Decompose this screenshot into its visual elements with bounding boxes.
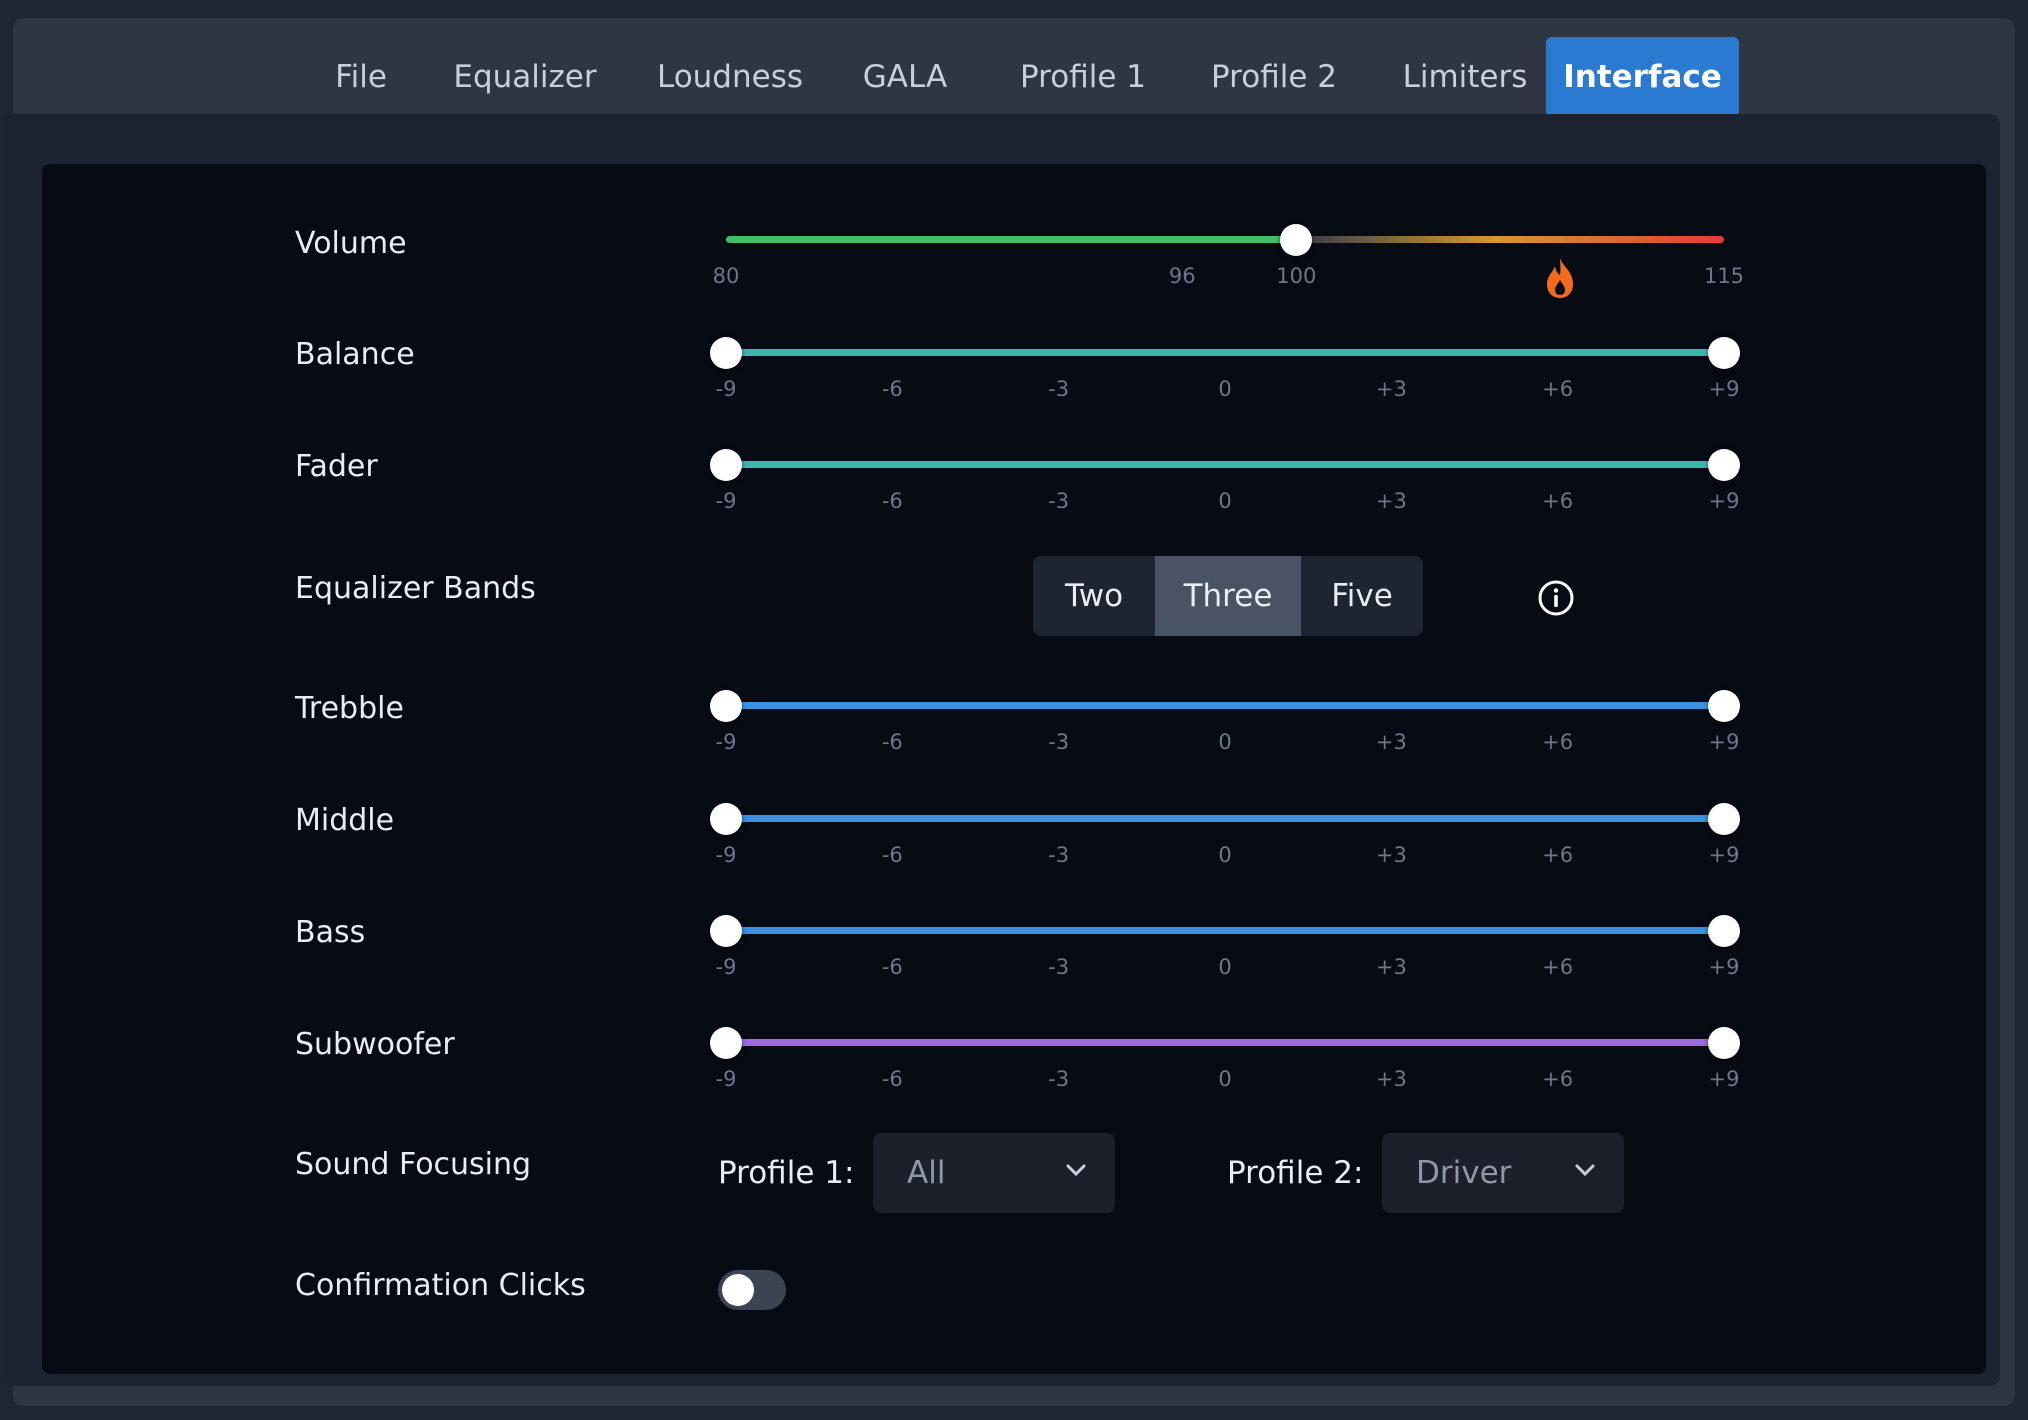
tab-limiters[interactable]: Limiters	[1383, 37, 1547, 117]
subwoofer-min-handle[interactable]	[710, 1027, 742, 1059]
profile-1-label: Profile 1:	[718, 1155, 855, 1191]
volume-slider-track[interactable]	[726, 236, 1724, 243]
tab-profile-2[interactable]: Profile 2	[1191, 37, 1357, 117]
sound-focusing-label: Sound Focusing	[295, 1147, 532, 1182]
fader-slider-track[interactable]	[726, 461, 1724, 468]
fader-label: Fader	[295, 449, 378, 484]
bass-tick-label: -3	[1048, 955, 1070, 979]
balance-tick-label: +3	[1375, 377, 1407, 401]
balance-max-handle[interactable]	[1708, 337, 1740, 369]
equalizer-bands-selector: Two Three Five	[1033, 556, 1423, 636]
bass-max-handle[interactable]	[1708, 915, 1740, 947]
middle-tick-label: -6	[881, 843, 903, 867]
confirmation-clicks-toggle[interactable]	[718, 1270, 786, 1310]
middle-tick-label: +6	[1542, 843, 1574, 867]
subwoofer-tick-label: -6	[881, 1067, 903, 1091]
subwoofer-label: Subwoofer	[295, 1027, 455, 1062]
fader-tick-label: +6	[1542, 489, 1574, 513]
middle-slider-track[interactable]	[726, 815, 1724, 822]
fader-tick-label: +3	[1375, 489, 1407, 513]
middle-tick-label: -9	[715, 843, 737, 867]
trebble-tick-label: 0	[1218, 730, 1232, 754]
volume-tick-label: 96	[1168, 264, 1196, 288]
subwoofer-tick-label: +3	[1375, 1067, 1407, 1091]
bass-label: Bass	[295, 915, 366, 950]
middle-label: Middle	[295, 803, 395, 838]
subwoofer-tick-label: -3	[1048, 1067, 1070, 1091]
balance-tick-label: +9	[1708, 377, 1740, 401]
fader-min-handle[interactable]	[710, 449, 742, 481]
profile-1-select[interactable]: All	[873, 1133, 1115, 1213]
middle-tick-label: +3	[1375, 843, 1407, 867]
bass-tick-label: +9	[1708, 955, 1740, 979]
chevron-down-icon	[1066, 1164, 1086, 1177]
trebble-label: Trebble	[295, 691, 404, 726]
subwoofer-tick-label: -9	[715, 1067, 737, 1091]
trebble-tick-label: -3	[1048, 730, 1070, 754]
bass-slider-track[interactable]	[726, 927, 1724, 934]
band-option-three[interactable]: Three	[1155, 556, 1301, 636]
middle-max-handle[interactable]	[1708, 803, 1740, 835]
trebble-tick-label: +9	[1708, 730, 1740, 754]
bass-tick-label: -9	[715, 955, 737, 979]
info-icon[interactable]	[1538, 580, 1574, 616]
chevron-down-icon	[1575, 1164, 1595, 1177]
balance-label: Balance	[295, 337, 415, 372]
balance-tick-label: -3	[1048, 377, 1070, 401]
fader-tick-label: +9	[1708, 489, 1740, 513]
subwoofer-tick-label: +9	[1708, 1067, 1740, 1091]
balance-slider-track[interactable]	[726, 349, 1724, 356]
subwoofer-max-handle[interactable]	[1708, 1027, 1740, 1059]
bass-tick-label: +3	[1375, 955, 1407, 979]
balance-min-handle[interactable]	[710, 337, 742, 369]
tab-equalizer[interactable]: Equalizer	[437, 37, 613, 117]
profile-2-label: Profile 2:	[1227, 1155, 1364, 1191]
bass-tick-label: 0	[1218, 955, 1232, 979]
equalizer-bands-label: Equalizer Bands	[295, 571, 536, 606]
trebble-tick-label: +3	[1375, 730, 1407, 754]
fader-max-handle[interactable]	[1708, 449, 1740, 481]
confirmation-clicks-label: Confirmation Clicks	[295, 1268, 586, 1303]
fader-tick-label: -9	[715, 489, 737, 513]
tab-profile-1[interactable]: Profile 1	[1000, 37, 1166, 117]
trebble-slider-track[interactable]	[726, 702, 1724, 709]
profile-2-select[interactable]: Driver	[1382, 1133, 1624, 1213]
trebble-tick-label: -9	[715, 730, 737, 754]
volume-label: Volume	[295, 226, 407, 261]
band-option-two[interactable]: Two	[1033, 556, 1155, 636]
middle-tick-label: +9	[1708, 843, 1740, 867]
middle-tick-label: 0	[1218, 843, 1232, 867]
subwoofer-tick-label: +6	[1542, 1067, 1574, 1091]
subwoofer-tick-label: 0	[1218, 1067, 1232, 1091]
toggle-knob	[722, 1274, 754, 1306]
bass-tick-label: -6	[881, 955, 903, 979]
middle-tick-label: -3	[1048, 843, 1070, 867]
balance-tick-label: +6	[1542, 377, 1574, 401]
fader-tick-label: 0	[1218, 489, 1232, 513]
balance-tick-label: 0	[1218, 377, 1232, 401]
fader-tick-label: -6	[881, 489, 903, 513]
tab-loudness[interactable]: Loudness	[640, 37, 820, 117]
trebble-max-handle[interactable]	[1708, 690, 1740, 722]
flame-icon	[1547, 258, 1573, 298]
tab-interface[interactable]: Interface	[1546, 37, 1739, 117]
tab-gala[interactable]: GALA	[845, 37, 965, 117]
bass-min-handle[interactable]	[710, 915, 742, 947]
trebble-min-handle[interactable]	[710, 690, 742, 722]
volume-tick-label: 115	[1703, 264, 1745, 288]
bass-tick-label: +6	[1542, 955, 1574, 979]
volume-tick-label: 80	[712, 264, 740, 288]
balance-tick-label: -9	[715, 377, 737, 401]
profile-1-value: All	[907, 1155, 946, 1191]
subwoofer-slider-track[interactable]	[726, 1039, 1724, 1046]
balance-tick-label: -6	[881, 377, 903, 401]
band-option-five[interactable]: Five	[1301, 556, 1423, 636]
fader-tick-label: -3	[1048, 489, 1070, 513]
volume-tick-label: 100	[1276, 264, 1317, 288]
trebble-tick-label: +6	[1542, 730, 1574, 754]
middle-min-handle[interactable]	[710, 803, 742, 835]
trebble-tick-label: -6	[881, 730, 903, 754]
tab-file[interactable]: File	[305, 37, 417, 117]
profile-2-value: Driver	[1416, 1155, 1512, 1191]
